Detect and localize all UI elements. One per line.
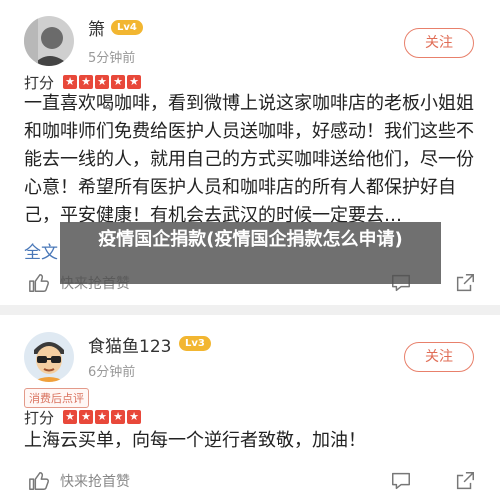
- avatar[interactable]: [24, 16, 74, 66]
- star-icon: ★: [95, 75, 109, 89]
- like-button[interactable]: 快来抢首赞: [28, 470, 130, 492]
- follow-button[interactable]: 关注: [404, 342, 474, 372]
- caption-overlay: 疫情国企捐款(疫情国企捐款怎么申请): [60, 222, 441, 284]
- thumb-up-icon: [29, 274, 50, 292]
- star-icon: ★: [79, 75, 93, 89]
- comment-icon[interactable]: [390, 470, 412, 492]
- share-icon[interactable]: [454, 272, 476, 294]
- share-icon[interactable]: [454, 470, 476, 492]
- star-icon: ★: [111, 75, 125, 89]
- follow-button[interactable]: 关注: [404, 28, 474, 58]
- post-time: 6分钟前: [88, 365, 136, 380]
- post-time: 5分钟前: [88, 51, 136, 66]
- review-text: 一直喜欢喝咖啡，看到微博上说这家咖啡店的老板小姐姐和咖啡师们免费给医护人员送咖啡…: [24, 93, 474, 226]
- username[interactable]: 食猫鱼123: [88, 332, 171, 357]
- username[interactable]: 箫: [88, 15, 105, 40]
- star-rating: ★ ★ ★ ★ ★: [63, 410, 141, 424]
- review-card-2: 食猫鱼123 Lv3 6分钟前 关注 消费后点评 打分 ★ ★ ★ ★ ★ 上海…: [0, 315, 500, 502]
- full-text-link[interactable]: 全文: [24, 238, 58, 263]
- level-badge: Lv4: [111, 20, 143, 35]
- star-rating: ★ ★ ★ ★ ★: [63, 75, 141, 89]
- review-text: 上海云买单，向每一个逆行者致敬，加油！: [24, 430, 366, 451]
- star-icon: ★: [127, 75, 141, 89]
- like-prompt: 快来抢首赞: [60, 474, 130, 490]
- thumb-up-icon: [29, 472, 50, 490]
- star-icon: ★: [79, 410, 93, 424]
- star-icon: ★: [63, 75, 77, 89]
- level-badge: Lv3: [179, 336, 211, 351]
- rating-label: 打分: [24, 409, 55, 427]
- star-icon: ★: [95, 410, 109, 424]
- avatar[interactable]: [24, 332, 74, 382]
- star-icon: ★: [127, 410, 141, 424]
- consumption-badge: 消费后点评: [24, 388, 89, 408]
- star-icon: ★: [111, 410, 125, 424]
- star-icon: ★: [63, 410, 77, 424]
